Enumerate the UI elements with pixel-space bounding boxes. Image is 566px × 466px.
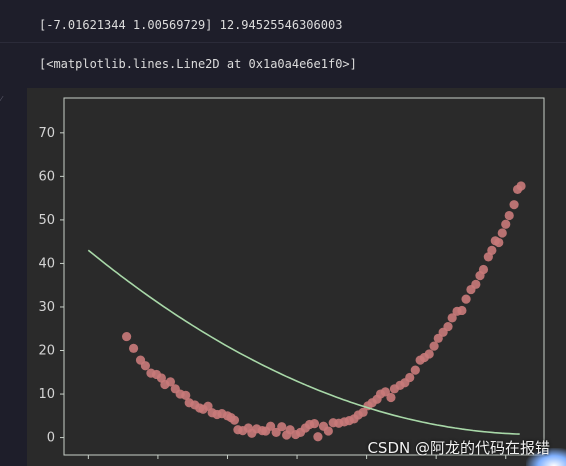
scatter-point [140,361,150,371]
watermark-text: CSDN @阿龙的代码在报错 [367,439,550,457]
scatter-point [509,200,519,210]
y-tick-label: 60 [38,169,55,184]
plot-area: 0 10 20 30 40 50 60 70 [38,97,545,459]
scatter-point [471,279,481,289]
output-line-coefficients: [-7.01621344 1.00569729] 12.945255463060… [0,0,566,43]
scatter-point [501,219,511,229]
scatter-point [405,372,415,383]
scatter-point [516,181,526,191]
scatter-point [277,422,287,432]
y-tick-label: 20 [38,344,55,359]
fit-line [87,249,520,435]
scatter-point [229,415,240,425]
scatter-point [429,341,439,351]
scatter-point [313,432,323,442]
y-tick-label: 10 [38,387,55,402]
scatter-point [410,365,420,375]
scatter-point [497,228,507,238]
scatter-point [323,426,333,436]
scatter-chart: 0 10 20 30 40 50 60 70 [38,97,545,459]
y-tick-label: 70 [38,126,55,141]
scatter-point [128,343,139,353]
plot-object-text: [<matplotlib.lines.Line2D at 0x1a0a4e6e1… [39,57,357,71]
scatter-point [386,392,396,403]
scatter-point [478,264,489,275]
output-line-plot-object: [<matplotlib.lines.Line2D at 0x1a0a4e6e1… [0,43,566,85]
scatter-point [487,245,497,255]
scatter-point [504,210,514,221]
scatter-point [494,237,504,248]
plot-output: 0 10 20 30 40 50 60 70 [27,88,566,466]
y-tick-label: 0 [47,431,55,446]
axes-frame [63,97,545,456]
scatter-point [443,321,453,332]
scatter-point [461,294,471,304]
y-tick-label: 30 [38,300,55,315]
scatter-point [457,305,467,316]
scatter-point [424,349,434,359]
collapse-marker-icon[interactable]: ⁄ [0,95,8,106]
coefficients-text: [-7.01621344 1.00569729] 12.945255463060… [39,18,343,32]
y-tick-label: 40 [38,256,55,271]
y-tick-label: 50 [38,213,55,228]
scatter-point [309,419,320,429]
scatter-point [122,331,132,342]
